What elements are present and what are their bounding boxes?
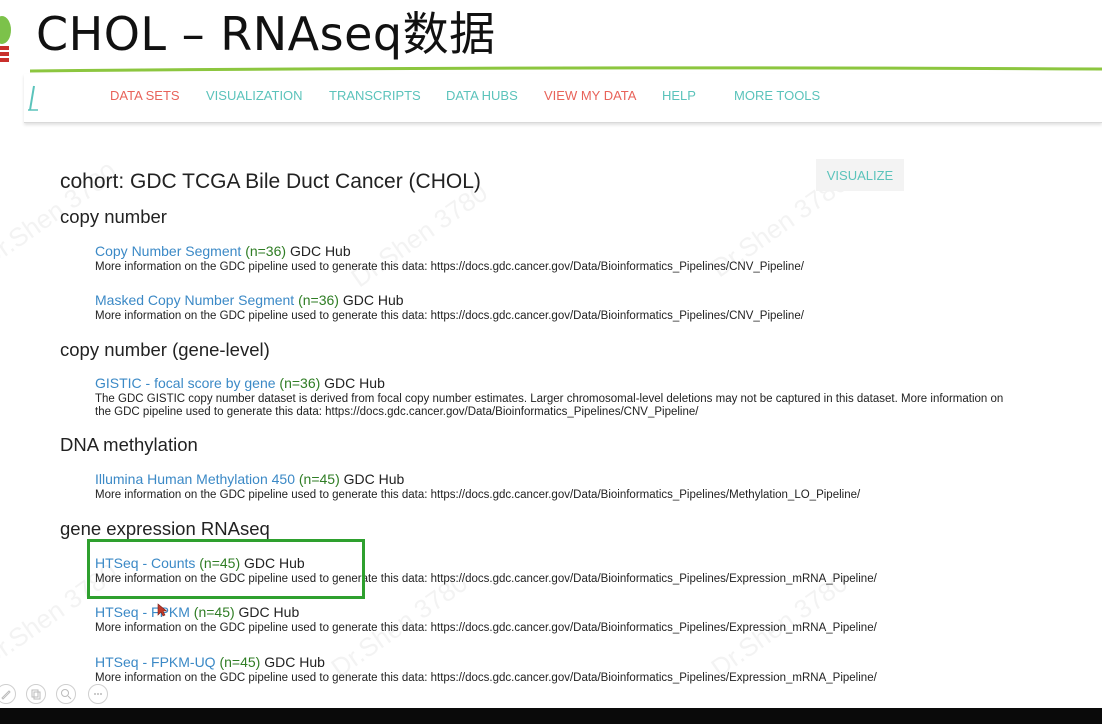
dataset-link[interactable]: HTSeq - FPKM-UQ xyxy=(95,654,216,670)
title-underline xyxy=(30,66,1102,73)
sample-count: (n=45) xyxy=(193,604,235,620)
dataset-link[interactable]: Copy Number Segment xyxy=(95,243,241,259)
mouse-cursor-icon xyxy=(157,603,167,617)
nav-visualization[interactable]: VISUALIZATION xyxy=(206,88,303,103)
hub-label: GDC Hub xyxy=(343,471,405,487)
cohort-title: cohort: GDC TCGA Bile Duct Cancer (CHOL) xyxy=(60,170,481,193)
dataset-description: More information on the GDC pipeline use… xyxy=(95,672,877,684)
more-icon[interactable] xyxy=(88,684,108,704)
hub-label: GDC Hub xyxy=(264,654,325,670)
top-nav: DATA SETS VISUALIZATION TRANSCRIPTS DATA… xyxy=(24,74,1102,123)
section-title-copy-number-gene-level: copy number (gene-level) xyxy=(60,339,270,360)
dataset-item: Masked Copy Number Segment (n=36) GDC Hu… xyxy=(95,291,1075,323)
dataset-link[interactable]: Illumina Human Methylation 450 xyxy=(95,471,295,487)
nav-transcripts[interactable]: TRANSCRIPTS xyxy=(329,88,421,103)
pen-icon[interactable] xyxy=(0,684,16,704)
sample-count: (n=36) xyxy=(245,243,287,259)
copy-icon[interactable] xyxy=(26,684,46,704)
watermark: Dr.Shen 3780 xyxy=(345,177,493,293)
sample-count: (n=36) xyxy=(298,292,339,308)
dataset-link[interactable]: GISTIC - focal score by gene xyxy=(95,375,276,391)
xena-logo-icon xyxy=(28,85,38,111)
nav-view-my-data[interactable]: VIEW MY DATA xyxy=(544,88,636,103)
nav-data-hubs[interactable]: DATA HUBS xyxy=(446,88,518,103)
nav-data-sets[interactable]: DATA SETS xyxy=(110,88,180,103)
sample-count: (n=45) xyxy=(219,654,261,670)
slide-title: CHOL – RNAseq数据 xyxy=(36,7,496,61)
dataset-item: Illumina Human Methylation 450 (n=45) GD… xyxy=(95,470,1075,502)
hub-label: GDC Hub xyxy=(238,604,300,620)
bottom-bar xyxy=(0,708,1102,724)
dataset-description: The GDC GISTIC copy number dataset is de… xyxy=(95,393,1004,418)
nav-help[interactable]: HELP xyxy=(662,88,696,103)
dataset-item: HTSeq - FPKM-UQ (n=45) GDC Hub More info… xyxy=(95,653,1075,685)
dataset-item: Copy Number Segment (n=36) GDC Hub More … xyxy=(95,242,1075,274)
section-title-copy-number: copy number xyxy=(60,206,167,227)
section-title-dna-methylation: DNA methylation xyxy=(60,434,198,455)
zoom-icon[interactable] xyxy=(56,684,76,704)
dataset-item: GISTIC - focal score by gene (n=36) GDC … xyxy=(95,374,1015,419)
section-title-gene-expression-rnaseq: gene expression RNAseq xyxy=(60,518,270,539)
presentation-toolbar xyxy=(0,684,120,706)
nav-more-tools[interactable]: MORE TOOLS xyxy=(734,88,820,103)
bulb-icon xyxy=(0,16,11,62)
hub-label: GDC Hub xyxy=(342,292,404,308)
dataset-description: More information on the GDC pipeline use… xyxy=(95,261,804,273)
dataset-link[interactable]: Masked Copy Number Segment xyxy=(95,292,294,308)
dataset-link[interactable]: HTSeq - FPKM xyxy=(95,604,190,620)
sample-count: (n=36) xyxy=(279,375,321,391)
dataset-description: More information on the GDC pipeline use… xyxy=(95,489,861,501)
highlight-box xyxy=(87,539,365,599)
sample-count: (n=45) xyxy=(298,471,340,487)
hub-label: GDC Hub xyxy=(324,375,385,391)
hub-label: GDC Hub xyxy=(289,243,351,259)
dataset-description: More information on the GDC pipeline use… xyxy=(95,622,877,634)
dataset-item: HTSeq - FPKM (n=45) GDC Hub More informa… xyxy=(95,603,1075,635)
visualize-button[interactable]: VISUALIZE xyxy=(816,159,904,191)
dataset-description: More information on the GDC pipeline use… xyxy=(95,310,804,322)
